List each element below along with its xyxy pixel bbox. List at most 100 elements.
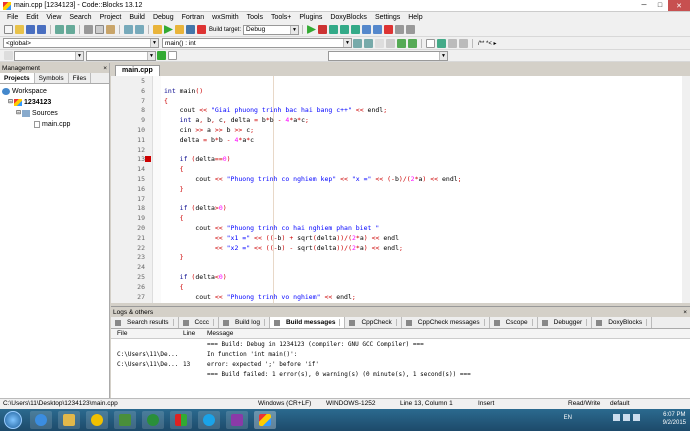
tab-search-results[interactable]: Search results [111,317,179,328]
tab-cscope[interactable]: Cscope [490,317,538,328]
maximize-button[interactable]: □ [652,0,668,11]
match-case-icon[interactable] [448,38,457,48]
table-row[interactable]: === Build failed: 1 error(s), 0 warning(… [111,369,690,379]
regex-icon[interactable] [459,38,468,48]
scope-select[interactable]: <global> ▼ [3,38,159,48]
undo-icon[interactable] [55,25,64,34]
language-indicator[interactable]: EN [564,415,572,421]
minus-icon[interactable]: ⊟ [8,97,13,108]
go-icon[interactable] [157,51,166,60]
jump-back-icon[interactable] [353,38,362,48]
build-and-run-icon[interactable] [175,25,184,34]
menu-help[interactable]: Help [404,14,426,21]
build-target-select[interactable]: Debug ▼ [243,24,300,35]
copy-icon[interactable] [95,25,104,34]
save-all-icon[interactable] [37,25,46,34]
close-icon[interactable]: × [103,65,107,72]
run-to-cursor-icon[interactable] [318,25,328,34]
taskbar-app[interactable] [226,411,248,429]
search-go-icon[interactable] [437,38,446,48]
save-icon[interactable] [26,25,35,34]
tree-file-main[interactable]: main.cpp [2,119,107,130]
menu-view[interactable]: View [42,14,65,21]
tree-sources-folder[interactable]: ⊟ Sources [2,108,107,119]
menu-plugins[interactable]: Plugins [295,14,326,21]
menu-project[interactable]: Project [96,14,126,21]
editor-tab-main-cpp[interactable]: main.cpp [115,65,160,76]
menu-tools[interactable]: Tools [243,14,267,21]
tab-projects[interactable]: Projects [0,73,35,83]
tab-cccc[interactable]: Cccc [179,317,219,328]
menu-wxsmith[interactable]: wxSmith [208,14,242,21]
debug-info-icon[interactable] [406,25,416,34]
step-into-icon[interactable] [340,25,350,34]
build-gear-icon[interactable] [153,25,162,34]
table-row[interactable]: === Build: Debug in 1234123 (compiler: G… [111,339,690,349]
close-button[interactable]: ✕ [668,0,690,11]
column-line[interactable]: Line [179,330,207,337]
next-bookmark-icon[interactable] [408,38,417,48]
tab-doxyblocks[interactable]: DoxyBlocks [592,317,653,328]
tab-build-log[interactable]: Build log [219,317,270,328]
cut-icon[interactable] [84,25,93,34]
second-toolbar-combo[interactable]: ▼ [86,50,156,61]
clock[interactable]: 6:07 PM 9/2/2015 [663,411,686,429]
next-instruction-icon[interactable] [362,25,372,34]
tab-debugger[interactable]: Debugger [538,317,593,328]
editor-scrollbar[interactable] [682,76,690,303]
next-line-icon[interactable] [329,25,339,34]
code-area[interactable]: 5 6 int main() 7{8 cout << "Giai phuong tri… [111,76,690,303]
battery-icon[interactable] [633,414,640,421]
tree-project[interactable]: ⊟ 1234123 [2,97,107,108]
menu-edit[interactable]: Edit [22,14,42,21]
column-file[interactable]: File [111,330,179,337]
stop-debugger-icon[interactable] [384,25,394,34]
doxy-comment-buttons[interactable]: /** *< ▸ [478,40,497,47]
tab-cppcheck[interactable]: CppCheck [345,317,402,328]
abort-icon[interactable] [197,25,206,34]
tab-files[interactable]: Files [69,73,92,83]
taskbar-app[interactable] [86,411,108,429]
highlight-icon[interactable] [375,38,384,48]
volume-icon[interactable] [623,414,630,421]
taskbar-app[interactable] [142,411,164,429]
menu-debug[interactable]: Debug [149,14,178,21]
jump-forward-icon[interactable] [364,38,373,48]
taskbar-app-codeblocks[interactable] [254,411,276,429]
taskbar-app[interactable] [114,411,136,429]
text-search-icon[interactable] [426,38,435,48]
tree-workspace[interactable]: Workspace [2,86,107,97]
close-icon[interactable]: × [683,309,687,316]
run-icon[interactable] [164,25,173,34]
start-button[interactable] [4,411,22,429]
redo-icon[interactable] [66,25,75,34]
table-row[interactable]: C:\Users\11\De... 13 error: expected ';' b… [111,359,690,369]
third-toolbar-combo[interactable]: ▼ [328,50,448,61]
menu-tools-plus[interactable]: Tools+ [267,14,295,21]
rebuild-icon[interactable] [186,25,195,34]
menu-build[interactable]: Build [125,14,149,21]
selection-icon[interactable] [386,38,395,48]
paste-icon[interactable] [106,25,115,34]
clear-icon[interactable] [168,51,177,60]
taskbar-app[interactable] [170,411,192,429]
debug-continue-icon[interactable] [307,25,317,34]
column-message[interactable]: Message [207,330,690,337]
taskbar-app[interactable] [198,411,220,429]
first-toolbar-combo[interactable]: ▼ [14,50,84,61]
toggle-icon[interactable] [4,51,13,60]
network-icon[interactable] [613,414,620,421]
find-icon[interactable] [124,25,133,34]
menu-search[interactable]: Search [65,14,95,21]
tab-symbols[interactable]: Symbols [35,73,69,83]
menu-file[interactable]: File [3,14,22,21]
debug-windows-icon[interactable] [395,25,405,34]
tab-build-messages[interactable]: Build messages [269,317,346,328]
menu-settings[interactable]: Settings [371,14,404,21]
open-folder-icon[interactable] [15,25,24,34]
menu-fortran[interactable]: Fortran [178,14,209,21]
replace-icon[interactable] [135,25,144,34]
prev-bookmark-icon[interactable] [397,38,406,48]
taskbar-app[interactable] [30,411,52,429]
table-row[interactable]: C:\Users\11\De... In function 'int main()… [111,349,690,359]
